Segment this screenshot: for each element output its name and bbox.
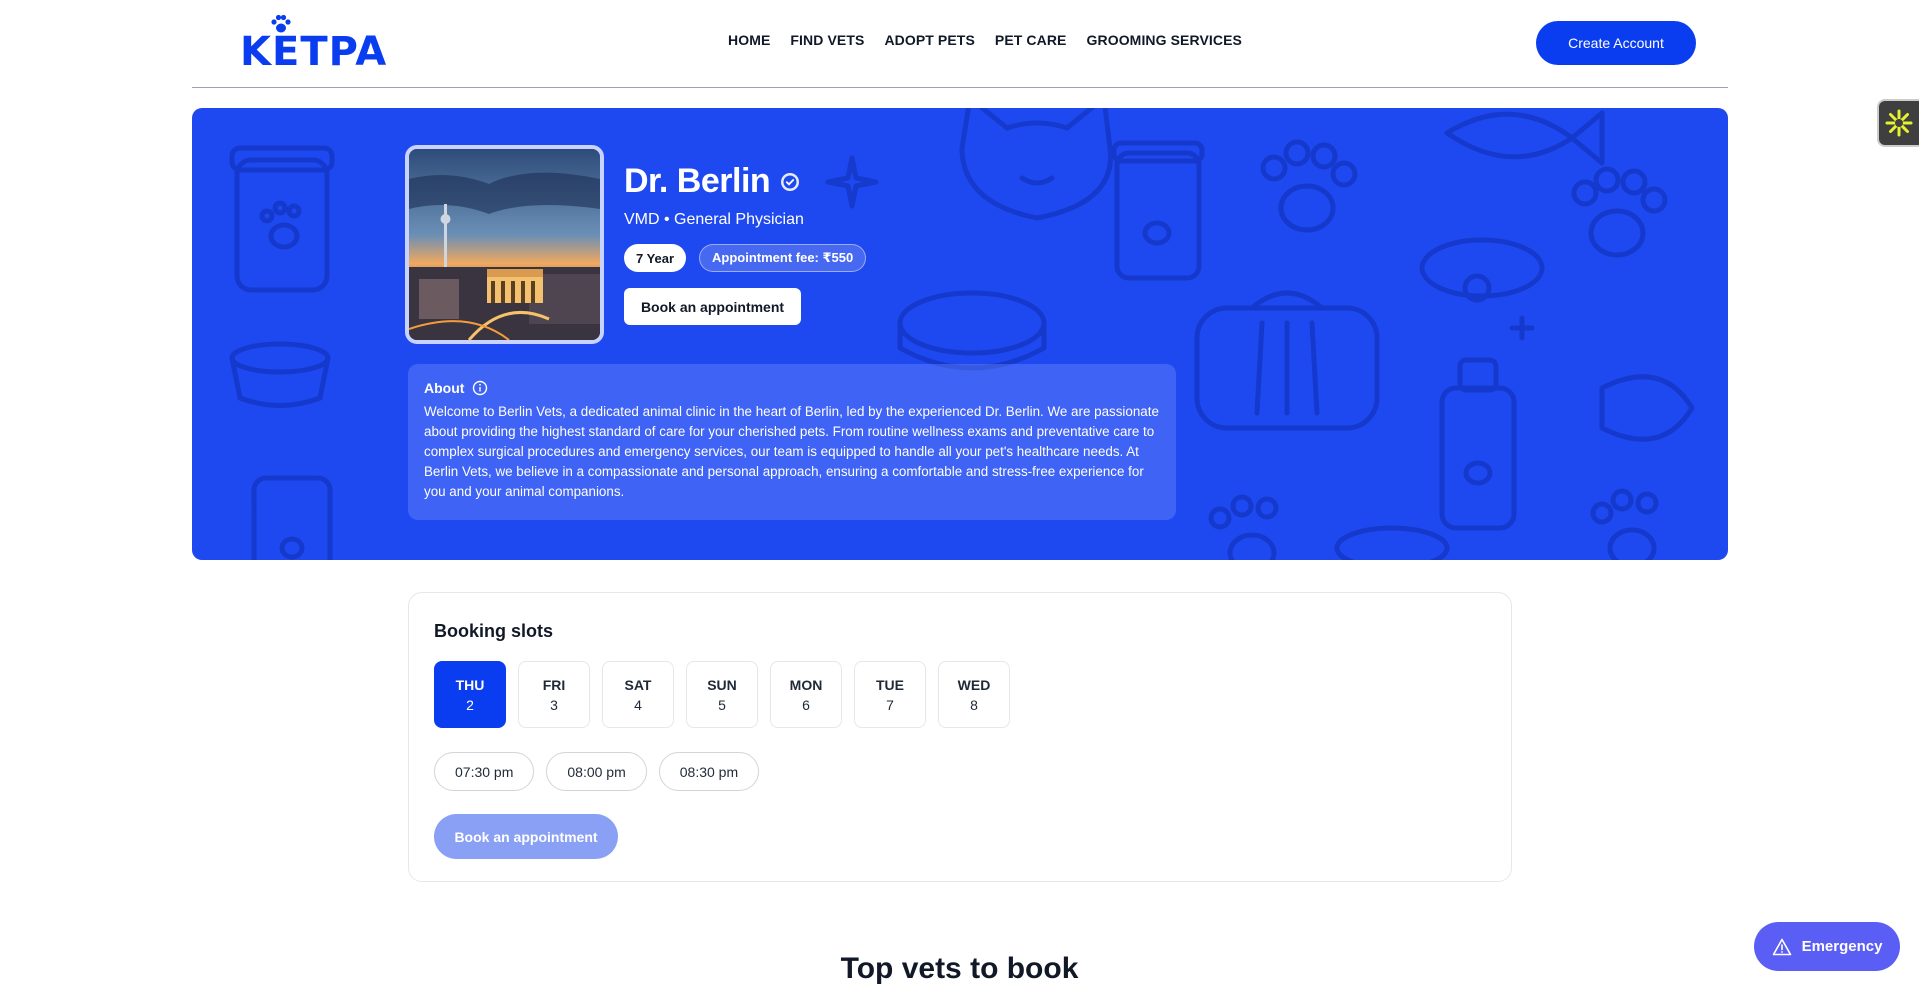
day-name: THU	[455, 676, 485, 693]
day-name: SAT	[624, 676, 652, 693]
day-selector: THU 2 FRI 3 SAT 4 SUN 5 MON 6 TUE 7 WED …	[434, 661, 1022, 728]
fee-badge: Appointment fee: ₹550	[699, 244, 867, 272]
top-vets-heading: Top vets to book	[840, 952, 1079, 985]
nav-pet-care[interactable]: PET CARE	[995, 32, 1067, 48]
info-icon	[473, 380, 488, 396]
day-number: 3	[550, 696, 558, 713]
about-heading: About	[424, 380, 1160, 396]
day-sat[interactable]: SAT 4	[602, 661, 674, 728]
accessibility-widget[interactable]	[1877, 99, 1919, 147]
warning-icon	[1772, 938, 1791, 955]
about-label: About	[424, 380, 465, 396]
about-text: Welcome to Berlin Vets, a dedicated anim…	[424, 404, 1159, 499]
nav-find-vets[interactable]: FIND VETS	[790, 32, 864, 48]
sun-icon	[1885, 109, 1913, 137]
day-name: WED	[957, 676, 991, 693]
day-name: TUE	[876, 676, 904, 693]
day-name: MON	[789, 676, 823, 693]
main-nav: HOME FIND VETS ADOPT PETS PET CARE GROOM…	[728, 32, 1262, 48]
about-card: About Welcome to Berlin Vets, a dedicate…	[408, 364, 1176, 520]
ketpa-logo[interactable]: KETPA	[240, 14, 390, 75]
day-number: 8	[970, 696, 978, 713]
doctor-name: Dr. Berlin	[624, 162, 771, 200]
day-thu[interactable]: THU 2	[434, 661, 506, 728]
experience-badge: 7 Year	[624, 244, 687, 272]
day-tue[interactable]: TUE 7	[854, 661, 926, 728]
time-slot[interactable]: 08:00 pm	[546, 752, 647, 791]
booking-title: Booking slots	[434, 621, 554, 641]
logo-text: KETPA	[240, 29, 388, 75]
day-number: 5	[718, 696, 726, 713]
nav-home[interactable]: HOME	[728, 32, 770, 48]
doctor-hero: Dr. Berlin VMD • General Physician 7 Yea…	[192, 108, 1728, 560]
hero-book-appointment-button[interactable]: Book an appointment	[624, 288, 801, 325]
emergency-label: Emergency	[1801, 938, 1883, 955]
time-slot[interactable]: 08:30 pm	[658, 752, 760, 791]
site-header: KETPA HOME FIND VETS ADOPT PETS PET CARE…	[192, 0, 1728, 88]
day-wed[interactable]: WED 8	[938, 661, 1010, 728]
day-number: 4	[634, 696, 642, 713]
day-number: 7	[886, 696, 894, 713]
day-name: SUN	[707, 676, 737, 693]
booking-slots-card: Booking slots THU 2 FRI 3 SAT 4 SUN 5 MO…	[408, 592, 1512, 882]
verified-badge-icon	[781, 172, 800, 191]
day-sun[interactable]: SUN 5	[686, 661, 758, 728]
time-slots: 07:30 pm 08:00 pm 08:30 pm	[434, 752, 771, 791]
day-number: 6	[802, 696, 810, 713]
nav-adopt-pets[interactable]: ADOPT PETS	[884, 32, 974, 48]
doctor-photo	[405, 145, 604, 344]
doctor-name-row: Dr. Berlin	[624, 162, 800, 201]
emergency-button[interactable]: Emergency	[1754, 922, 1900, 971]
day-name: FRI	[542, 676, 566, 693]
time-slot[interactable]: 07:30 pm	[434, 752, 535, 791]
day-number: 2	[466, 696, 474, 713]
doctor-qualification: VMD • General Physician	[624, 211, 804, 228]
berlin-cityscape-image	[409, 149, 600, 340]
day-fri[interactable]: FRI 3	[518, 661, 590, 728]
create-account-button[interactable]: Create Account	[1536, 21, 1696, 65]
book-appointment-button[interactable]: Book an appointment	[434, 814, 618, 859]
nav-grooming-services[interactable]: GROOMING SERVICES	[1087, 32, 1242, 48]
day-mon[interactable]: MON 6	[770, 661, 842, 728]
